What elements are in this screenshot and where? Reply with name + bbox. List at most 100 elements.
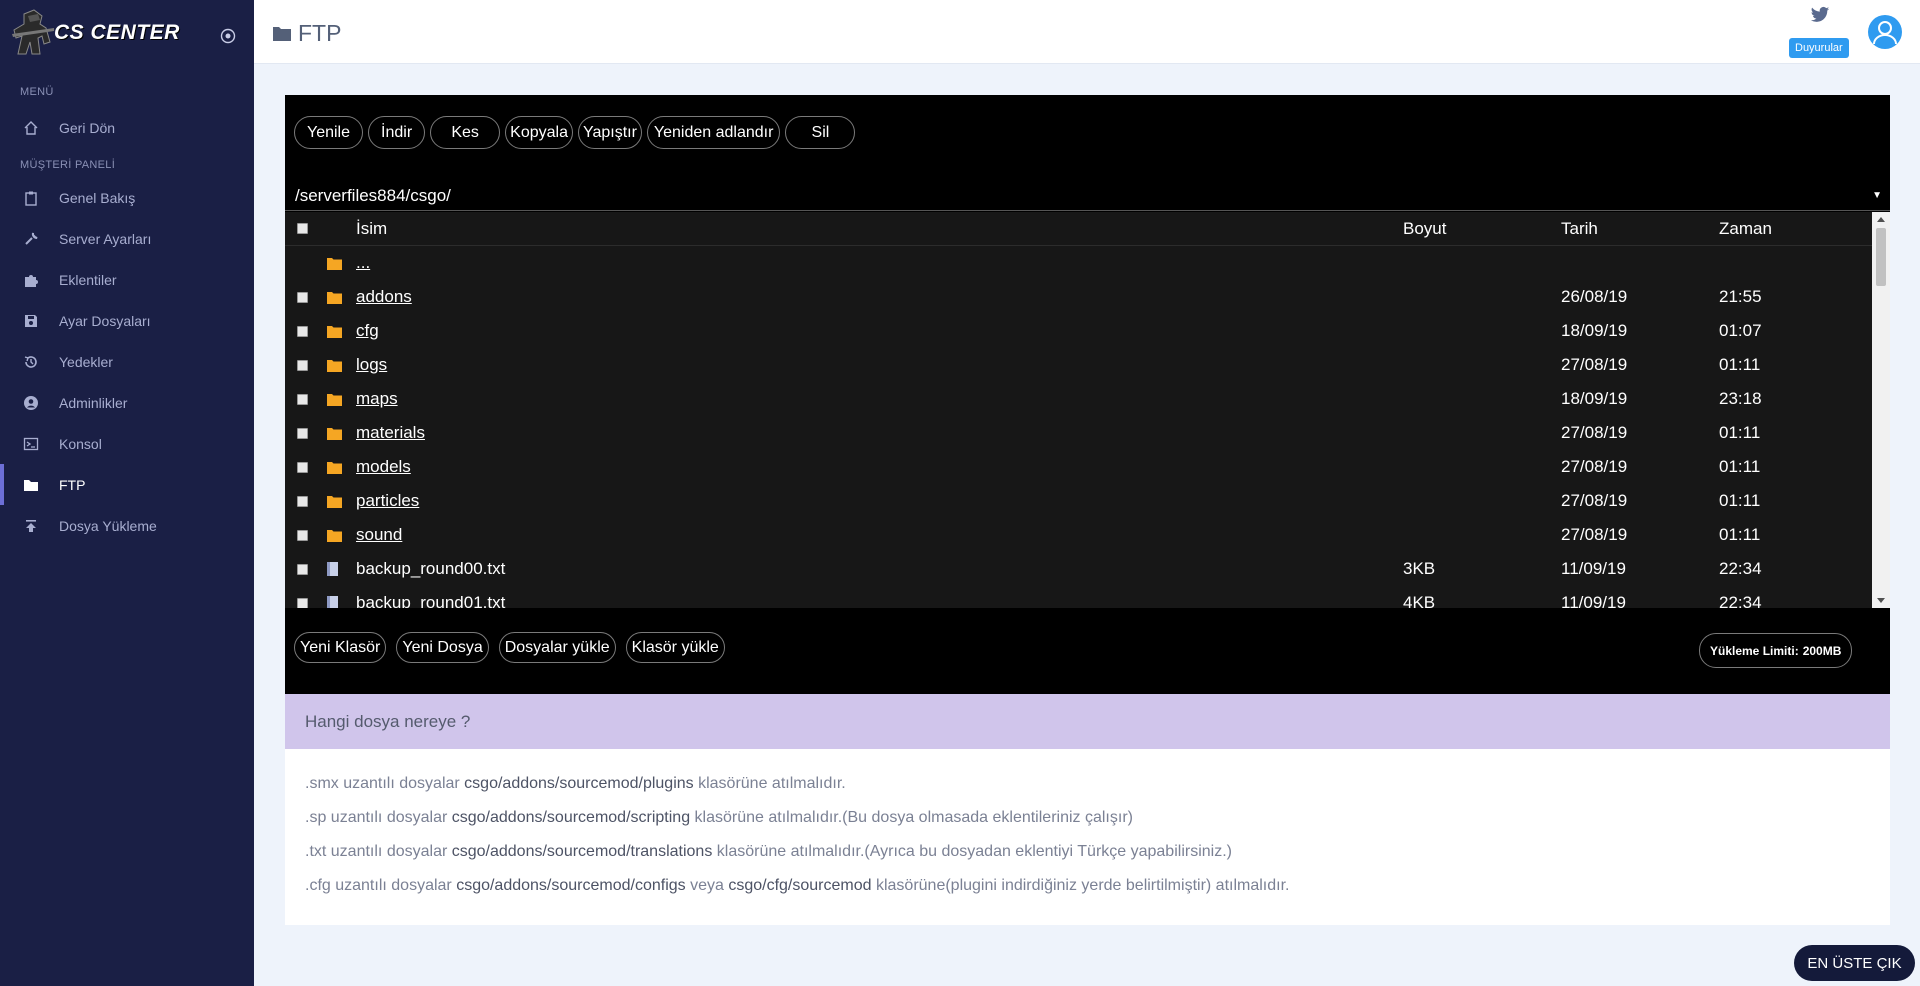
announcements-badge[interactable]: Duyurular [1789,38,1849,58]
row-checkbox[interactable] [297,597,308,608]
file-name-link[interactable]: logs [356,355,387,374]
row-checkbox[interactable] [297,325,308,337]
scroll-to-top-button[interactable]: EN ÜSTE ÇIK [1794,945,1915,981]
sidebar-item-ayar-dosyalari[interactable]: Ayar Dosyaları [0,300,254,341]
info-text: .txt uzantılı dosyalar [305,843,452,860]
path-select[interactable]: /serverfiles884/csgo/ ▼ [285,181,1890,211]
file-date: 11/09/19 [1561,593,1626,608]
file-time: 01:07 [1719,321,1762,340]
cut-button[interactable]: Kes [430,116,501,149]
file-name-link[interactable]: maps [356,389,398,408]
scrollbar-thumb[interactable] [1876,228,1886,286]
file-list-scrollbar[interactable] [1872,212,1890,608]
terminal-icon [22,435,40,453]
sidebar: CS CENTER MENÜ Geri Dön MÜŞTERİ PANELİ G… [0,0,254,986]
file-row[interactable]: backup_round01.txt 4KB 11/09/19 22:34 [285,586,1872,608]
section-label-menu: MENÜ [20,86,54,98]
info-line: .sp uzantılı dosyalar csgo/addons/source… [305,801,1890,835]
upload-folder-button[interactable]: Klasör yükle [625,632,725,663]
file-time: 23:18 [1719,389,1762,408]
page-title: FTP [272,20,341,47]
column-header-size[interactable]: Boyut [1403,219,1561,239]
info-text: klasörüne(plugini indirdiğiniz yerde bel… [871,877,1290,894]
copy-button[interactable]: Kopyala [505,116,573,149]
section-label-panel: MÜŞTERİ PANELİ [20,159,116,171]
sidebar-item-konsol[interactable]: Konsol [0,423,254,464]
sidebar-item-server-ayarlari[interactable]: Server Ayarları [0,218,254,259]
sidebar-item-yedekler[interactable]: Yedekler [0,341,254,382]
file-row[interactable]: sound 27/08/19 01:11 [285,518,1872,552]
upload-limit-badge: Yükleme Limiti: 200MB [1699,633,1853,668]
avatar[interactable] [1868,15,1902,49]
file-name-link[interactable]: sound [356,525,402,544]
clipboard-icon [22,189,40,207]
file-name-link[interactable]: particles [356,491,419,510]
row-checkbox[interactable] [297,563,308,575]
file-row[interactable]: logs 27/08/19 01:11 [285,348,1872,382]
file-name[interactable]: backup_round00.txt [356,559,505,578]
row-checkbox[interactable] [297,393,308,405]
sidebar-item-ftp[interactable]: FTP [0,464,254,505]
row-checkbox[interactable] [297,359,308,371]
new-file-button[interactable]: Yeni Dosya [396,632,489,663]
column-header-date[interactable]: Tarih [1561,219,1719,239]
file-name[interactable]: backup_round01.txt [356,593,505,608]
file-name-link[interactable]: ... [356,253,370,272]
folder-icon [327,359,342,372]
row-checkbox[interactable] [297,495,308,507]
scroll-up-icon[interactable] [1877,217,1885,222]
file-row-parent[interactable]: ... [285,246,1872,280]
file-row[interactable]: models 27/08/19 01:11 [285,450,1872,484]
page-title-text: FTP [298,20,342,46]
ftp-bottom-toolbar: Yeni Klasör Yeni Dosya Dosyalar yükle Kl… [294,632,725,663]
file-row[interactable]: backup_round00.txt 3KB 11/09/19 22:34 [285,552,1872,586]
sidebar-item-geri-don[interactable]: Geri Dön [0,107,254,148]
row-checkbox[interactable] [297,291,308,303]
sidebar-item-adminlikler[interactable]: Adminlikler [0,382,254,423]
ftp-file-manager: Yenile İndir Kes Kopyala Yapıştır Yenide… [285,95,1890,694]
file-name-link[interactable]: models [356,457,411,476]
logo-row: CS CENTER [0,0,254,66]
sidebar-item-genel-bakis[interactable]: Genel Bakış [0,177,254,218]
file-row[interactable]: materials 27/08/19 01:11 [285,416,1872,450]
sidebar-item-dosya-yukleme[interactable]: Dosya Yükleme [0,505,254,546]
select-all-checkbox[interactable] [297,223,308,234]
sidebar-item-label: Konsol [59,435,102,452]
new-folder-button[interactable]: Yeni Klasör [294,632,387,663]
file-name-link[interactable]: cfg [356,321,379,340]
user-circle-icon [22,394,40,412]
column-header-name[interactable]: İsim [356,219,1403,239]
file-name-link[interactable]: materials [356,423,425,442]
soldier-logo-icon [10,8,56,58]
file-row[interactable]: maps 18/09/19 23:18 [285,382,1872,416]
rename-button[interactable]: Yeniden adlandır [646,116,781,149]
upload-files-button[interactable]: Dosyalar yükle [498,632,616,663]
file-row[interactable]: addons 26/08/19 21:55 [285,280,1872,314]
info-text: klasörüne atılmalıdır.(Ayrıca bu dosyada… [712,843,1232,860]
info-path: csgo/addons/sourcemod/configs [456,877,686,894]
refresh-button[interactable]: Yenile [294,116,364,149]
row-checkbox[interactable] [297,427,308,439]
file-row[interactable]: cfg 18/09/19 01:07 [285,314,1872,348]
info-text: veya [685,877,729,894]
sidebar-item-eklentiler[interactable]: Eklentiler [0,259,254,300]
scroll-down-icon[interactable] [1877,598,1885,603]
ftp-toolbar: Yenile İndir Kes Kopyala Yapıştır Yenide… [294,116,856,149]
file-time: 22:34 [1719,593,1762,608]
file-time: 01:11 [1719,355,1761,374]
delete-button[interactable]: Sil [785,116,856,149]
file-name-link[interactable]: addons [356,287,412,306]
column-header-time[interactable]: Zaman [1719,219,1869,239]
twitter-icon[interactable] [1810,6,1830,26]
logo[interactable]: CS CENTER [10,8,180,58]
file-date: 26/08/19 [1561,287,1628,306]
paste-button[interactable]: Yapıştır [577,116,642,149]
file-list: İsim Boyut Tarih Zaman ... addons 26/08/… [285,212,1872,608]
file-row[interactable]: particles 27/08/19 01:11 [285,484,1872,518]
download-button[interactable]: İndir [368,116,426,149]
info-text: klasörüne atılmalıdır.(Bu dosya olmasada… [690,809,1133,826]
row-checkbox[interactable] [297,461,308,473]
file-time: 22:34 [1719,559,1762,578]
sidebar-toggle-icon[interactable] [220,28,236,44]
row-checkbox[interactable] [297,529,308,541]
